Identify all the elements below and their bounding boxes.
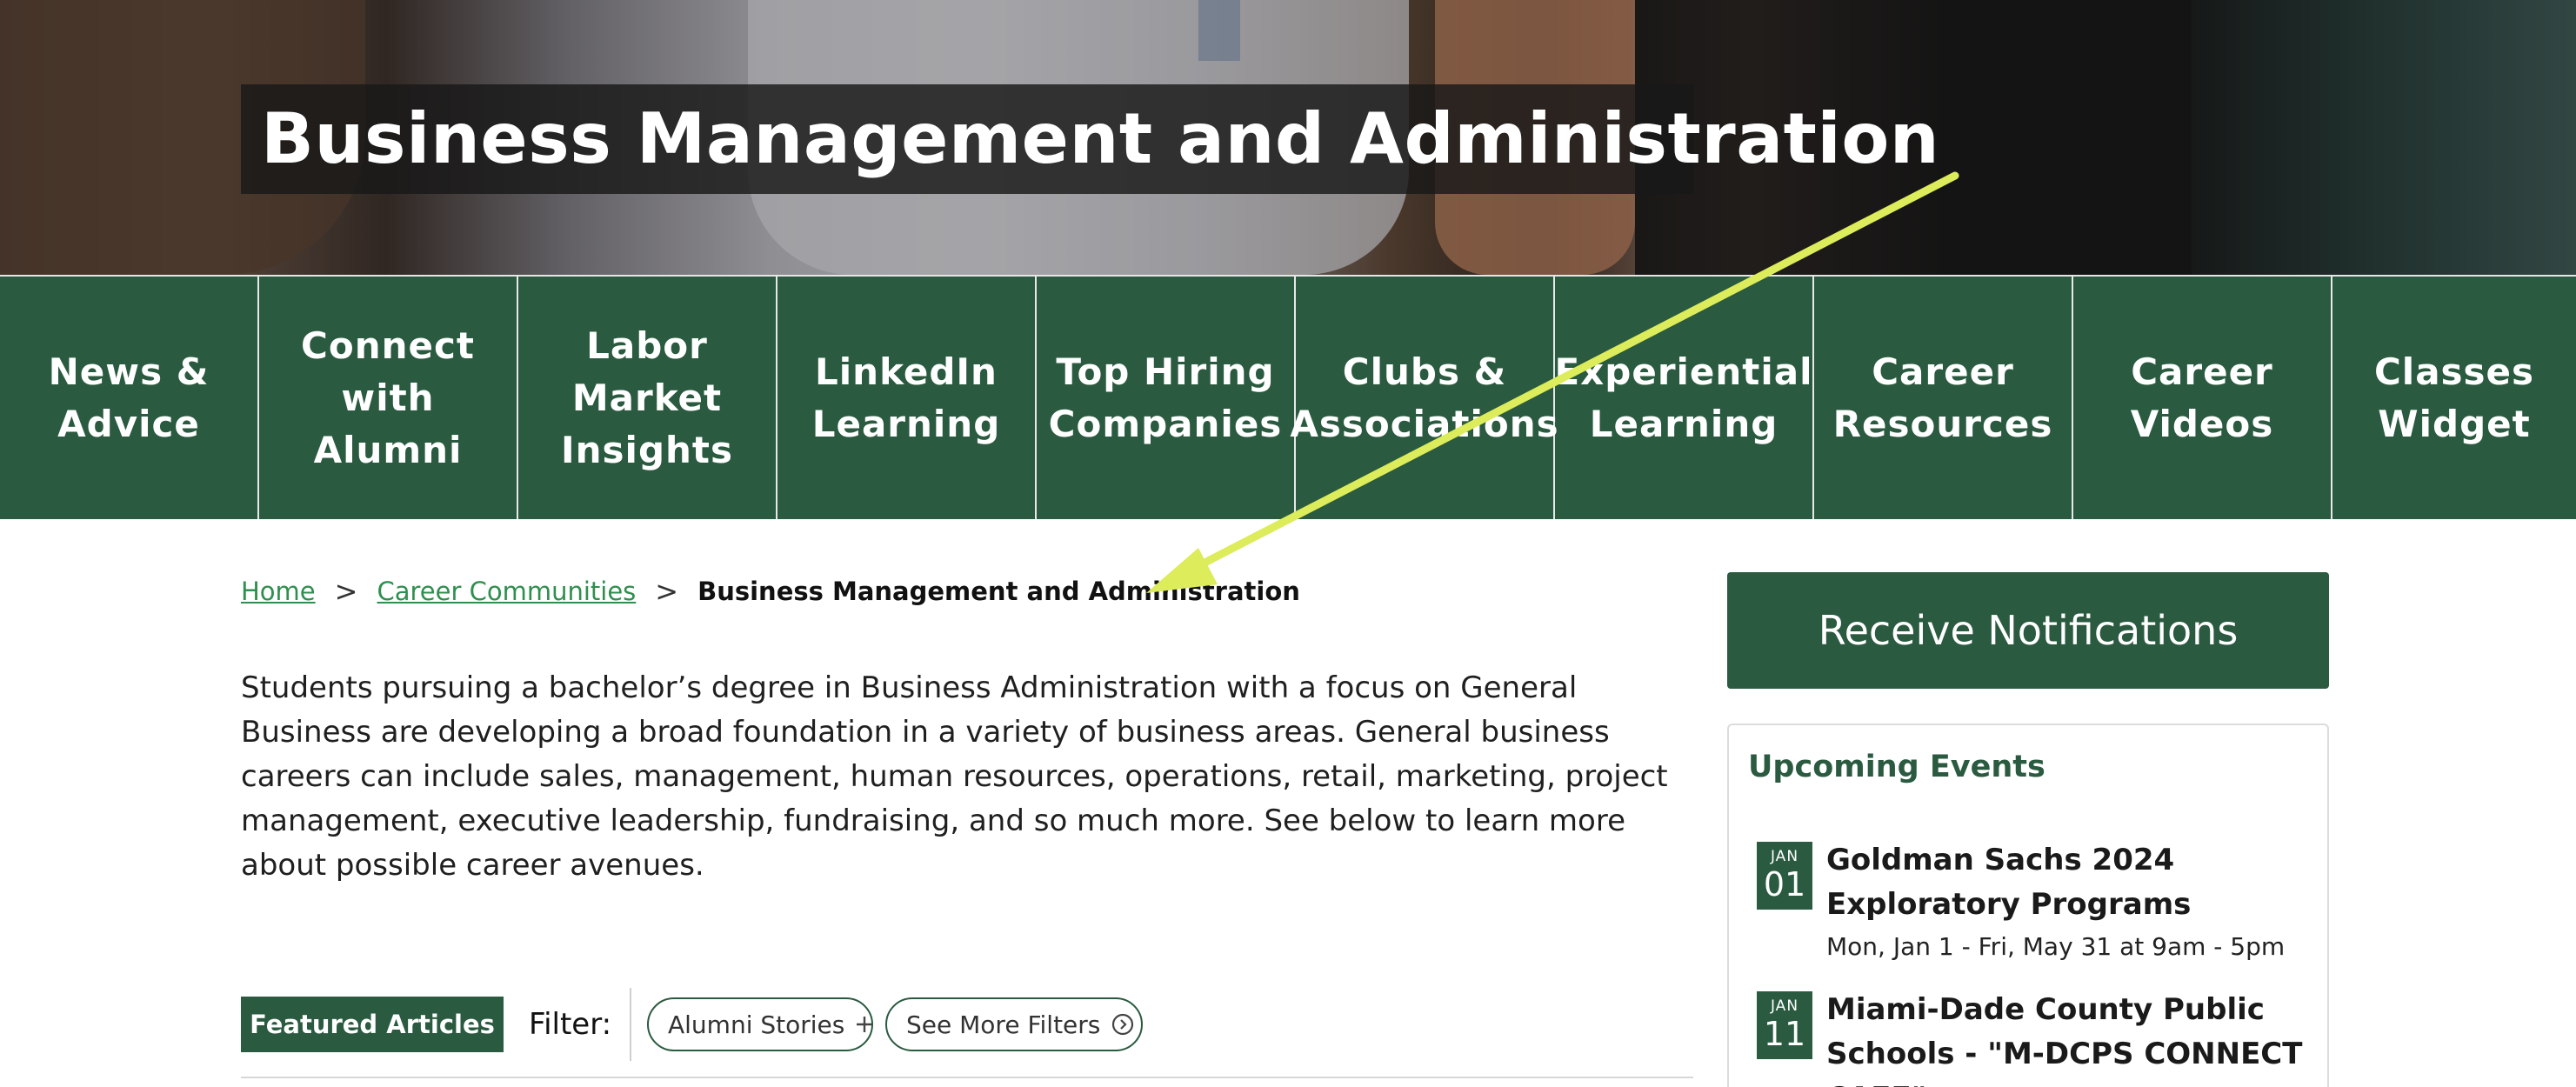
nav-item-label: Career Resources <box>1832 350 2053 445</box>
event-time: Mon, Jan 1 - Fri, May 31 at 9am - 5pm <box>1826 932 2286 961</box>
chip-label: See More Filters <box>906 1010 1101 1039</box>
nav-item-top-hiring[interactable]: Top Hiring Companies <box>1037 277 1296 519</box>
receive-notifications-button[interactable]: Receive Notifications <box>1727 572 2329 689</box>
date-day: 11 <box>1763 1015 1806 1053</box>
community-nav: News & Advice Connect with Alumni Labor Mar… <box>0 275 2576 519</box>
nav-item-label: News & Advice <box>48 350 210 445</box>
nav-item-linkedin-learning[interactable]: LinkedIn Learning <box>777 277 1037 519</box>
featured-articles-tab[interactable]: Featured Articles <box>241 997 504 1052</box>
breadcrumb-career-communities-link[interactable]: Career Communities <box>377 577 636 606</box>
nav-item-labor-market[interactable]: Labor Market Insights <box>518 277 777 519</box>
page-title: Business Management and Administration <box>261 98 1940 179</box>
plus-icon <box>855 1015 874 1034</box>
date-month: JAN <box>1770 848 1799 865</box>
breadcrumb: Home > Career Communities > Business Man… <box>241 574 1300 609</box>
circle-arrow-right-icon <box>1111 1012 1135 1037</box>
nav-item-label: LinkedIn Learning <box>811 350 1001 445</box>
nav-item-label: Top Hiring Companies <box>1048 350 1283 445</box>
alumni-stories-filter-chip[interactable]: Alumni Stories <box>647 997 873 1051</box>
nav-item-label: Labor Market Insights <box>561 323 733 471</box>
breadcrumb-current: Business Management and Administration <box>697 577 1300 606</box>
chevron-right-icon: > <box>655 575 679 608</box>
see-more-filters-chip[interactable]: See More Filters <box>885 997 1143 1051</box>
nav-item-experiential[interactable]: Experiential Learning <box>1554 277 1814 519</box>
upcoming-events-card: Upcoming Events JAN 01 Goldman Sachs 202… <box>1727 724 2329 1087</box>
breadcrumb-home-link[interactable]: Home <box>241 577 316 606</box>
nav-item-connect-alumni[interactable]: Connect with Alumni <box>259 277 518 519</box>
nav-item-news-advice[interactable]: News & Advice <box>0 277 259 519</box>
chevron-right-icon: > <box>334 575 358 608</box>
event-title[interactable]: Miami-Dade County Public Schools - "M-DC… <box>1826 988 2313 1087</box>
nav-item-career-resources[interactable]: Career Resources <box>1814 277 2073 519</box>
nav-item-label: Connect with Alumni <box>301 323 475 471</box>
date-badge: JAN 11 <box>1757 991 1812 1059</box>
hero-banner: Business Management and Administration <box>0 0 2576 275</box>
nav-item-label: Experiential Learning <box>1554 350 1813 445</box>
nav-item-label: Classes Widget <box>2373 350 2535 445</box>
nav-item-clubs[interactable]: Clubs & Associations <box>1290 277 1558 519</box>
nav-item-career-videos[interactable]: Career Videos <box>2073 277 2332 519</box>
nav-item-classes-widget[interactable]: Classes Widget <box>2332 277 2576 519</box>
date-day: 01 <box>1763 865 1806 904</box>
date-month: JAN <box>1770 997 1799 1015</box>
divider <box>630 988 631 1061</box>
nav-item-label: Clubs & Associations <box>1290 350 1559 445</box>
nav-item-label: Career Videos <box>2130 350 2274 445</box>
event-title[interactable]: Goldman Sachs 2024 Exploratory Programs <box>1826 838 2313 927</box>
filter-label: Filter: <box>529 1007 612 1042</box>
chip-label: Alumni Stories <box>668 1010 845 1039</box>
date-badge: JAN 01 <box>1757 842 1812 910</box>
events-heading: Upcoming Events <box>1748 750 2045 784</box>
intro-paragraph: Students pursuing a bachelor’s degree in… <box>241 670 1668 883</box>
divider <box>241 1077 1693 1078</box>
